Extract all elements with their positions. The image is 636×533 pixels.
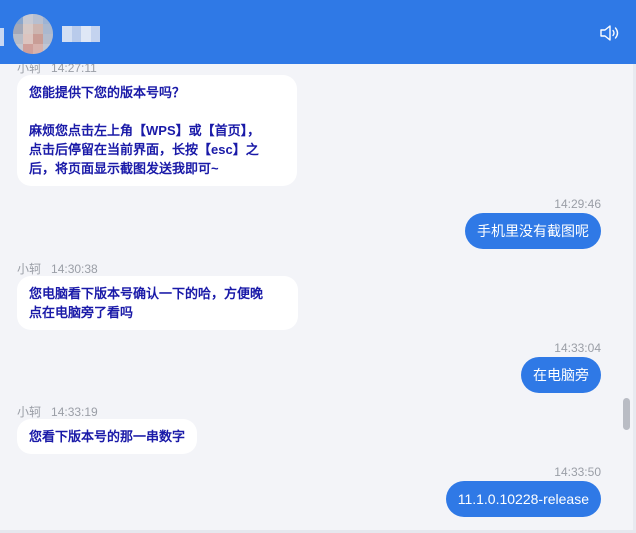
chat-header [0, 0, 636, 64]
message-list[interactable]: 小轲 14:27:11 您能提供下您的版本号吗？ 麻烦您点击左上角【WPS】或【首… [0, 64, 620, 533]
message-bubble-outgoing: 手机里没有截图呢 [465, 213, 601, 249]
message-line: 您能提供下您的版本号吗？ [29, 85, 186, 100]
message-time: 14:30:38 [51, 262, 98, 276]
message-line: 后，将页面显示截图发送我即可~ [29, 161, 219, 176]
message-line: 点击后停留在当前界面，长按【esc】之 [29, 142, 259, 157]
chat-window: 小轲 14:27:11 您能提供下您的版本号吗？ 麻烦您点击左上角【WPS】或【首… [0, 0, 636, 533]
message-line: 点在电脑旁了看吗 [29, 305, 134, 320]
collapse-handle[interactable] [0, 28, 4, 46]
message-meta: 小轲 14:30:38 [17, 260, 98, 277]
sender-name: 小轲 [17, 405, 42, 419]
sender-name: 小轲 [17, 262, 42, 276]
message-bubble-outgoing: 11.1.0.10228-release [445, 481, 601, 517]
avatar[interactable] [13, 14, 53, 54]
message-line: 麻烦您点击左上角【WPS】或【首页】， [29, 123, 261, 138]
speaker-icon[interactable] [598, 22, 620, 44]
contact-name-redacted [62, 26, 100, 42]
message-time: 14:33:50 [554, 465, 601, 479]
sender-name: 小轲 [17, 64, 42, 75]
message-time: 14:33:04 [554, 341, 601, 355]
message-meta: 小轲 14:33:19 [17, 403, 98, 420]
message-time: 14:33:19 [51, 405, 98, 419]
message-bubble-incoming: 您电脑看下版本号确认一下的哈，方便晚 点在电脑旁了看吗 [17, 276, 298, 330]
message-bubble-outgoing: 在电脑旁 [521, 357, 601, 393]
message-time: 14:29:46 [554, 197, 601, 211]
message-time: 14:27:11 [51, 64, 97, 75]
message-line-blank [29, 102, 285, 121]
scrollbar-thumb[interactable] [623, 398, 630, 430]
message-line: 您电脑看下版本号确认一下的哈，方便晚 [29, 286, 264, 301]
message-line: 您看下版本号的那一串数字 [29, 429, 186, 444]
message-bubble-incoming: 您能提供下您的版本号吗？ 麻烦您点击左上角【WPS】或【首页】， 点击后停留在当… [17, 75, 297, 186]
message-bubble-incoming: 您看下版本号的那一串数字 [17, 419, 198, 454]
